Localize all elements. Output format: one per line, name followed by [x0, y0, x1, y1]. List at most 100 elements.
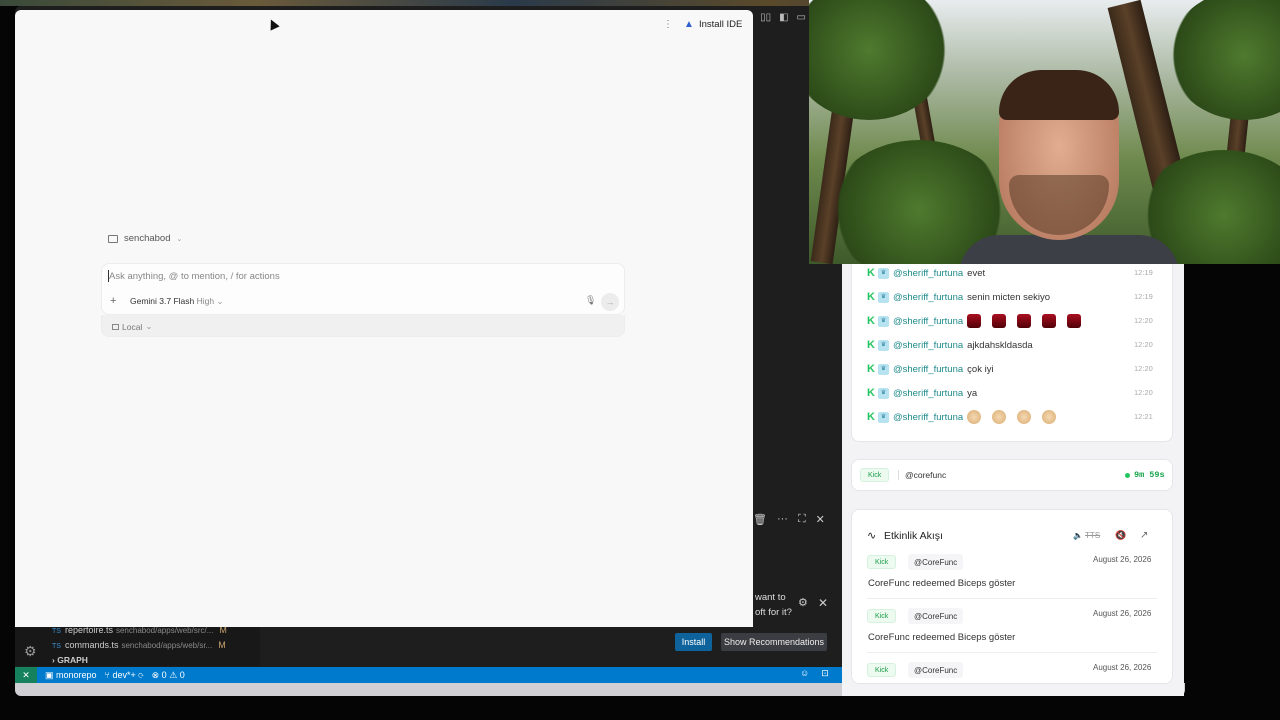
- event-date: August 26, 2026: [1093, 663, 1152, 672]
- subscriber-badge-icon: ♛: [877, 339, 889, 351]
- repo-status[interactable]: ▣ monorepo: [45, 670, 97, 681]
- divider: [867, 652, 1157, 653]
- event-date: August 26, 2026: [1093, 609, 1152, 618]
- activity-title: Etkinlik Akışı: [884, 530, 943, 542]
- subscriber-badge-icon: ♛: [877, 315, 889, 327]
- model-selector[interactable]: Gemini 3.7 Flash High ⌄: [130, 296, 224, 307]
- emote-icon: [1042, 410, 1057, 424]
- chat-text: çok iyi: [967, 363, 994, 375]
- chat-time: 12:20: [1134, 388, 1153, 397]
- emote-icon: [1042, 314, 1057, 328]
- event-date: August 26, 2026: [1093, 555, 1152, 564]
- foliage: [1169, 0, 1280, 120]
- chevron-down-icon: ⌄: [216, 296, 224, 306]
- add-context-button[interactable]: +: [110, 295, 116, 307]
- live-dot-icon: [1125, 473, 1130, 478]
- chat-username[interactable]: @sheriff_furtuna: [893, 292, 963, 303]
- chat-username[interactable]: @sheriff_furtuna: [893, 340, 963, 351]
- emote-icon: [967, 314, 982, 328]
- chat-username[interactable]: @sheriff_furtuna: [893, 364, 963, 375]
- repo-name: monorepo: [56, 669, 97, 680]
- sidebar-toggle-icon[interactable]: ◧: [779, 12, 788, 23]
- notifications-icon[interactable]: ⊡: [821, 668, 829, 679]
- status-bar-right: ☺ ⊡: [800, 668, 829, 679]
- graph-label: GRAPH: [57, 655, 88, 665]
- chat-username[interactable]: @sheriff_furtuna: [893, 412, 963, 423]
- install-ide-button[interactable]: ▲ Install IDE: [684, 19, 742, 30]
- chevron-down-icon: ⌄: [145, 321, 153, 331]
- speaker-icon: 🔈: [1073, 531, 1083, 540]
- panel-toggle-icon[interactable]: ▭: [797, 12, 806, 23]
- event-platform-badge: Kick: [867, 555, 897, 569]
- foliage: [809, 0, 949, 120]
- file-path: senchabod/apps/web/src/...: [115, 626, 214, 635]
- layout-icon[interactable]: ▯▯: [760, 12, 771, 23]
- stream-uptime: 9m 59s: [1134, 470, 1165, 480]
- problems-status[interactable]: ⊗ 0 ⚠ 0: [152, 670, 185, 681]
- execution-mode-bar: [101, 315, 625, 337]
- maximize-icon[interactable]: ⛶: [798, 513, 806, 526]
- chat-message: K ♛ @sheriff_furtuna çok iyi: [867, 361, 994, 377]
- microphone-icon[interactable]: 🎙: [585, 295, 596, 306]
- chat-message: K ♛ @sheriff_furtuna: [867, 409, 1067, 425]
- kick-icon: K: [867, 267, 875, 279]
- model-level: High: [196, 296, 215, 306]
- local-label: Local: [122, 321, 143, 332]
- chat-text: evet: [967, 267, 986, 279]
- settings-gear-icon[interactable]: ⚙: [24, 643, 37, 660]
- chat-username[interactable]: @sheriff_furtuna: [893, 388, 963, 399]
- tts-label: TTS: [1085, 531, 1101, 540]
- external-link-icon[interactable]: ↗: [1140, 530, 1148, 541]
- ide-logo-icon: ▲: [684, 18, 694, 30]
- emote-icon: [967, 410, 982, 424]
- typescript-file-icon: TS: [52, 628, 61, 635]
- close-icon[interactable]: ✕: [816, 513, 825, 526]
- close-icon[interactable]: ✕: [818, 596, 828, 610]
- event-user-pill[interactable]: @CoreFunc: [908, 554, 964, 570]
- branch-status[interactable]: ⑂ dev*+ ⟳: [105, 670, 144, 680]
- stream-username[interactable]: @corefunc: [905, 470, 946, 480]
- install-button[interactable]: Install: [675, 633, 712, 651]
- graph-section-header[interactable]: › GRAPH: [52, 655, 88, 665]
- local-selector[interactable]: Local ⌄: [112, 321, 152, 332]
- chat-text: senin micten sekiyo: [967, 291, 1051, 303]
- chat-time: 12:19: [1134, 292, 1153, 301]
- kebab-icon[interactable]: ⋮: [663, 19, 673, 30]
- kick-icon: K: [867, 411, 875, 423]
- prompt-placeholder: Ask anything, @ to mention, / for action…: [109, 271, 280, 282]
- remote-icon[interactable]: ✕: [15, 667, 37, 683]
- gear-icon[interactable]: ⚙: [798, 596, 808, 609]
- chat-message: K ♛ @sheriff_furtuna evet: [867, 265, 985, 281]
- emote-icon: [1017, 314, 1032, 328]
- divider: [898, 470, 899, 480]
- event-user-pill[interactable]: @CoreFunc: [908, 608, 964, 624]
- kick-icon: K: [867, 363, 875, 375]
- more-icon[interactable]: ···: [777, 513, 788, 525]
- tts-toggle-button[interactable]: 🔈 TTS: [1073, 531, 1100, 540]
- chat-username[interactable]: @sheriff_furtuna: [893, 268, 963, 279]
- install-ide-label: Install IDE: [699, 19, 743, 30]
- workspace-name: senchabod: [124, 233, 171, 244]
- mute-icon[interactable]: 🔇: [1115, 530, 1126, 541]
- model-name: Gemini 3.7 Flash: [130, 296, 195, 306]
- chat-time: 12:21: [1134, 412, 1153, 421]
- typescript-file-icon: TS: [52, 643, 61, 650]
- trash-icon[interactable]: 🗑: [753, 513, 767, 526]
- chat-username[interactable]: @sheriff_furtuna: [893, 316, 963, 327]
- show-recommendations-button[interactable]: Show Recommendations: [721, 633, 827, 651]
- person-hair: [999, 70, 1119, 120]
- subscriber-badge-icon: ♛: [877, 363, 889, 375]
- event-user-pill[interactable]: @CoreFunc: [908, 662, 964, 678]
- chat-time: 12:20: [1134, 340, 1153, 349]
- kick-icon: K: [867, 315, 875, 327]
- send-button[interactable]: →: [601, 293, 619, 311]
- vscode-title-controls: ▯▯ ◧ ▭: [750, 6, 810, 28]
- monitor-icon: [112, 323, 119, 330]
- workspace-selector[interactable]: senchabod ⌄: [108, 233, 182, 244]
- copilot-icon[interactable]: ☺: [800, 668, 809, 679]
- chat-message: K ♛ @sheriff_furtuna senin micten sekiyo: [867, 289, 1050, 305]
- chat-time: 12:20: [1134, 364, 1153, 373]
- file-item[interactable]: TS commands.ts senchabod/apps/web/sr... M: [52, 640, 226, 650]
- event-text: CoreFunc redeemed Biceps göster: [868, 632, 1016, 643]
- divider: [867, 598, 1157, 599]
